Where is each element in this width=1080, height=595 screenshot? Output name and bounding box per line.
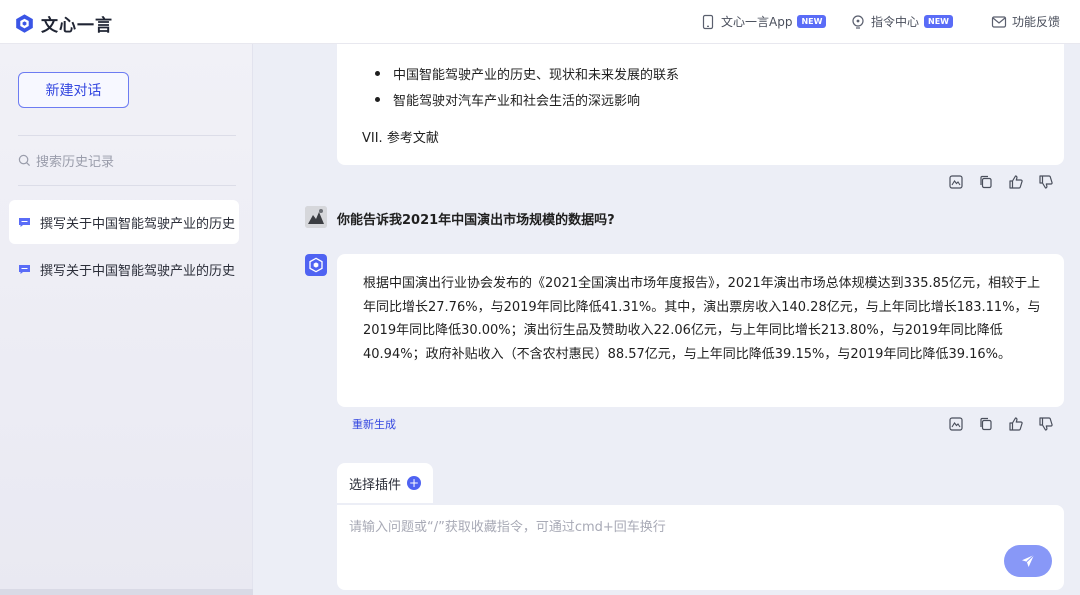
sidebar: 新建对话 搜索历史记录 撰写关于中国智能驾驶产业的历史 撰写关于中国智能驾驶产业… (0, 44, 253, 595)
list-item: 智能驾驶对汽车产业和社会生活的深远影响 (375, 90, 640, 109)
logo-text: 文心一言 (41, 16, 113, 36)
phone-icon (702, 14, 714, 29)
new-badge: NEW (797, 15, 827, 28)
user-photo-icon (305, 206, 327, 228)
history-search[interactable]: 搜索历史记录 (18, 151, 114, 170)
command-center-link[interactable]: 指令中心 NEW (850, 13, 953, 30)
copy-icon[interactable] (978, 174, 994, 190)
wenxin-logo-icon (309, 257, 323, 273)
thumbs-up-icon[interactable] (1008, 174, 1024, 190)
user-question: 你能告诉我2021年中国演出市场规模的数据吗? (337, 213, 615, 228)
answer-actions (934, 174, 1054, 190)
answer-card: 根据中国演出行业协会发布的《2021全国演出市场年度报告》，2021年演出市场总… (337, 254, 1064, 407)
list-item: 中国智能驾驶产业的历史、现状和未来发展的联系 (375, 64, 679, 83)
search-icon (18, 154, 31, 167)
logo[interactable]: 文心一言 (14, 11, 113, 36)
send-button[interactable] (1004, 545, 1052, 577)
history-item[interactable]: 撰写关于中国智能驾驶产业的历史 (9, 247, 239, 291)
plus-icon: + (407, 476, 421, 490)
composer (337, 505, 1064, 590)
mail-icon (991, 15, 1007, 28)
user-avatar (305, 206, 327, 228)
history-title: 撰写关于中国智能驾驶产业的历史 (40, 216, 236, 232)
thumbs-down-icon[interactable] (1038, 174, 1054, 190)
sidebar-footer (0, 589, 253, 595)
answer-text: 根据中国演出行业协会发布的《2021全国演出市场年度报告》，2021年演出市场总… (363, 276, 1041, 362)
history-item[interactable]: 撰写关于中国智能驾驶产业的历史 (9, 200, 239, 244)
copy-icon[interactable] (978, 416, 994, 432)
divider (18, 185, 236, 186)
message-input[interactable] (349, 516, 989, 538)
chat-bubble-icon (19, 264, 30, 274)
feedback-link[interactable]: 功能反馈 (991, 13, 1060, 30)
chat-area: 中国智能驾驶产业的历史、现状和未来发展的联系 智能驾驶对汽车产业和社会生活的深远… (253, 44, 1080, 595)
thumbs-up-icon[interactable] (1008, 416, 1024, 432)
new-badge: NEW (924, 15, 953, 28)
new-chat-button[interactable]: 新建对话 (18, 72, 129, 108)
plugin-selector-button[interactable]: 选择插件 + (337, 463, 433, 503)
app-download-link[interactable]: 文心一言App NEW (700, 13, 827, 30)
lightbulb-icon (852, 14, 864, 29)
commands-label: 指令中心 (871, 15, 920, 29)
thumbs-down-icon[interactable] (1038, 416, 1054, 432)
app-label: 文心一言App (721, 15, 793, 29)
wenxin-logo-icon (16, 14, 33, 33)
plugin-label: 选择插件 (348, 477, 401, 493)
top-bar: 文心一言 文心一言App NEW 指令中心 NEW 功能反馈 (0, 0, 1080, 44)
search-placeholder: 搜索历史记录 (36, 155, 115, 170)
divider (18, 135, 236, 136)
answer-actions (934, 416, 1054, 432)
feedback-label: 功能反馈 (1012, 15, 1061, 29)
regenerate-button[interactable]: 重新生成 (352, 416, 396, 432)
send-icon (1022, 554, 1035, 567)
previous-answer-card: 中国智能驾驶产业的历史、现状和未来发展的联系 智能驾驶对汽车产业和社会生活的深远… (337, 44, 1064, 165)
image-icon[interactable] (948, 416, 964, 432)
bot-avatar (305, 254, 327, 276)
chat-bubble-icon (19, 217, 30, 227)
reference-heading: VII. 参考文献 (362, 131, 439, 146)
history-title: 撰写关于中国智能驾驶产业的历史 (40, 263, 236, 279)
image-icon[interactable] (948, 174, 964, 190)
